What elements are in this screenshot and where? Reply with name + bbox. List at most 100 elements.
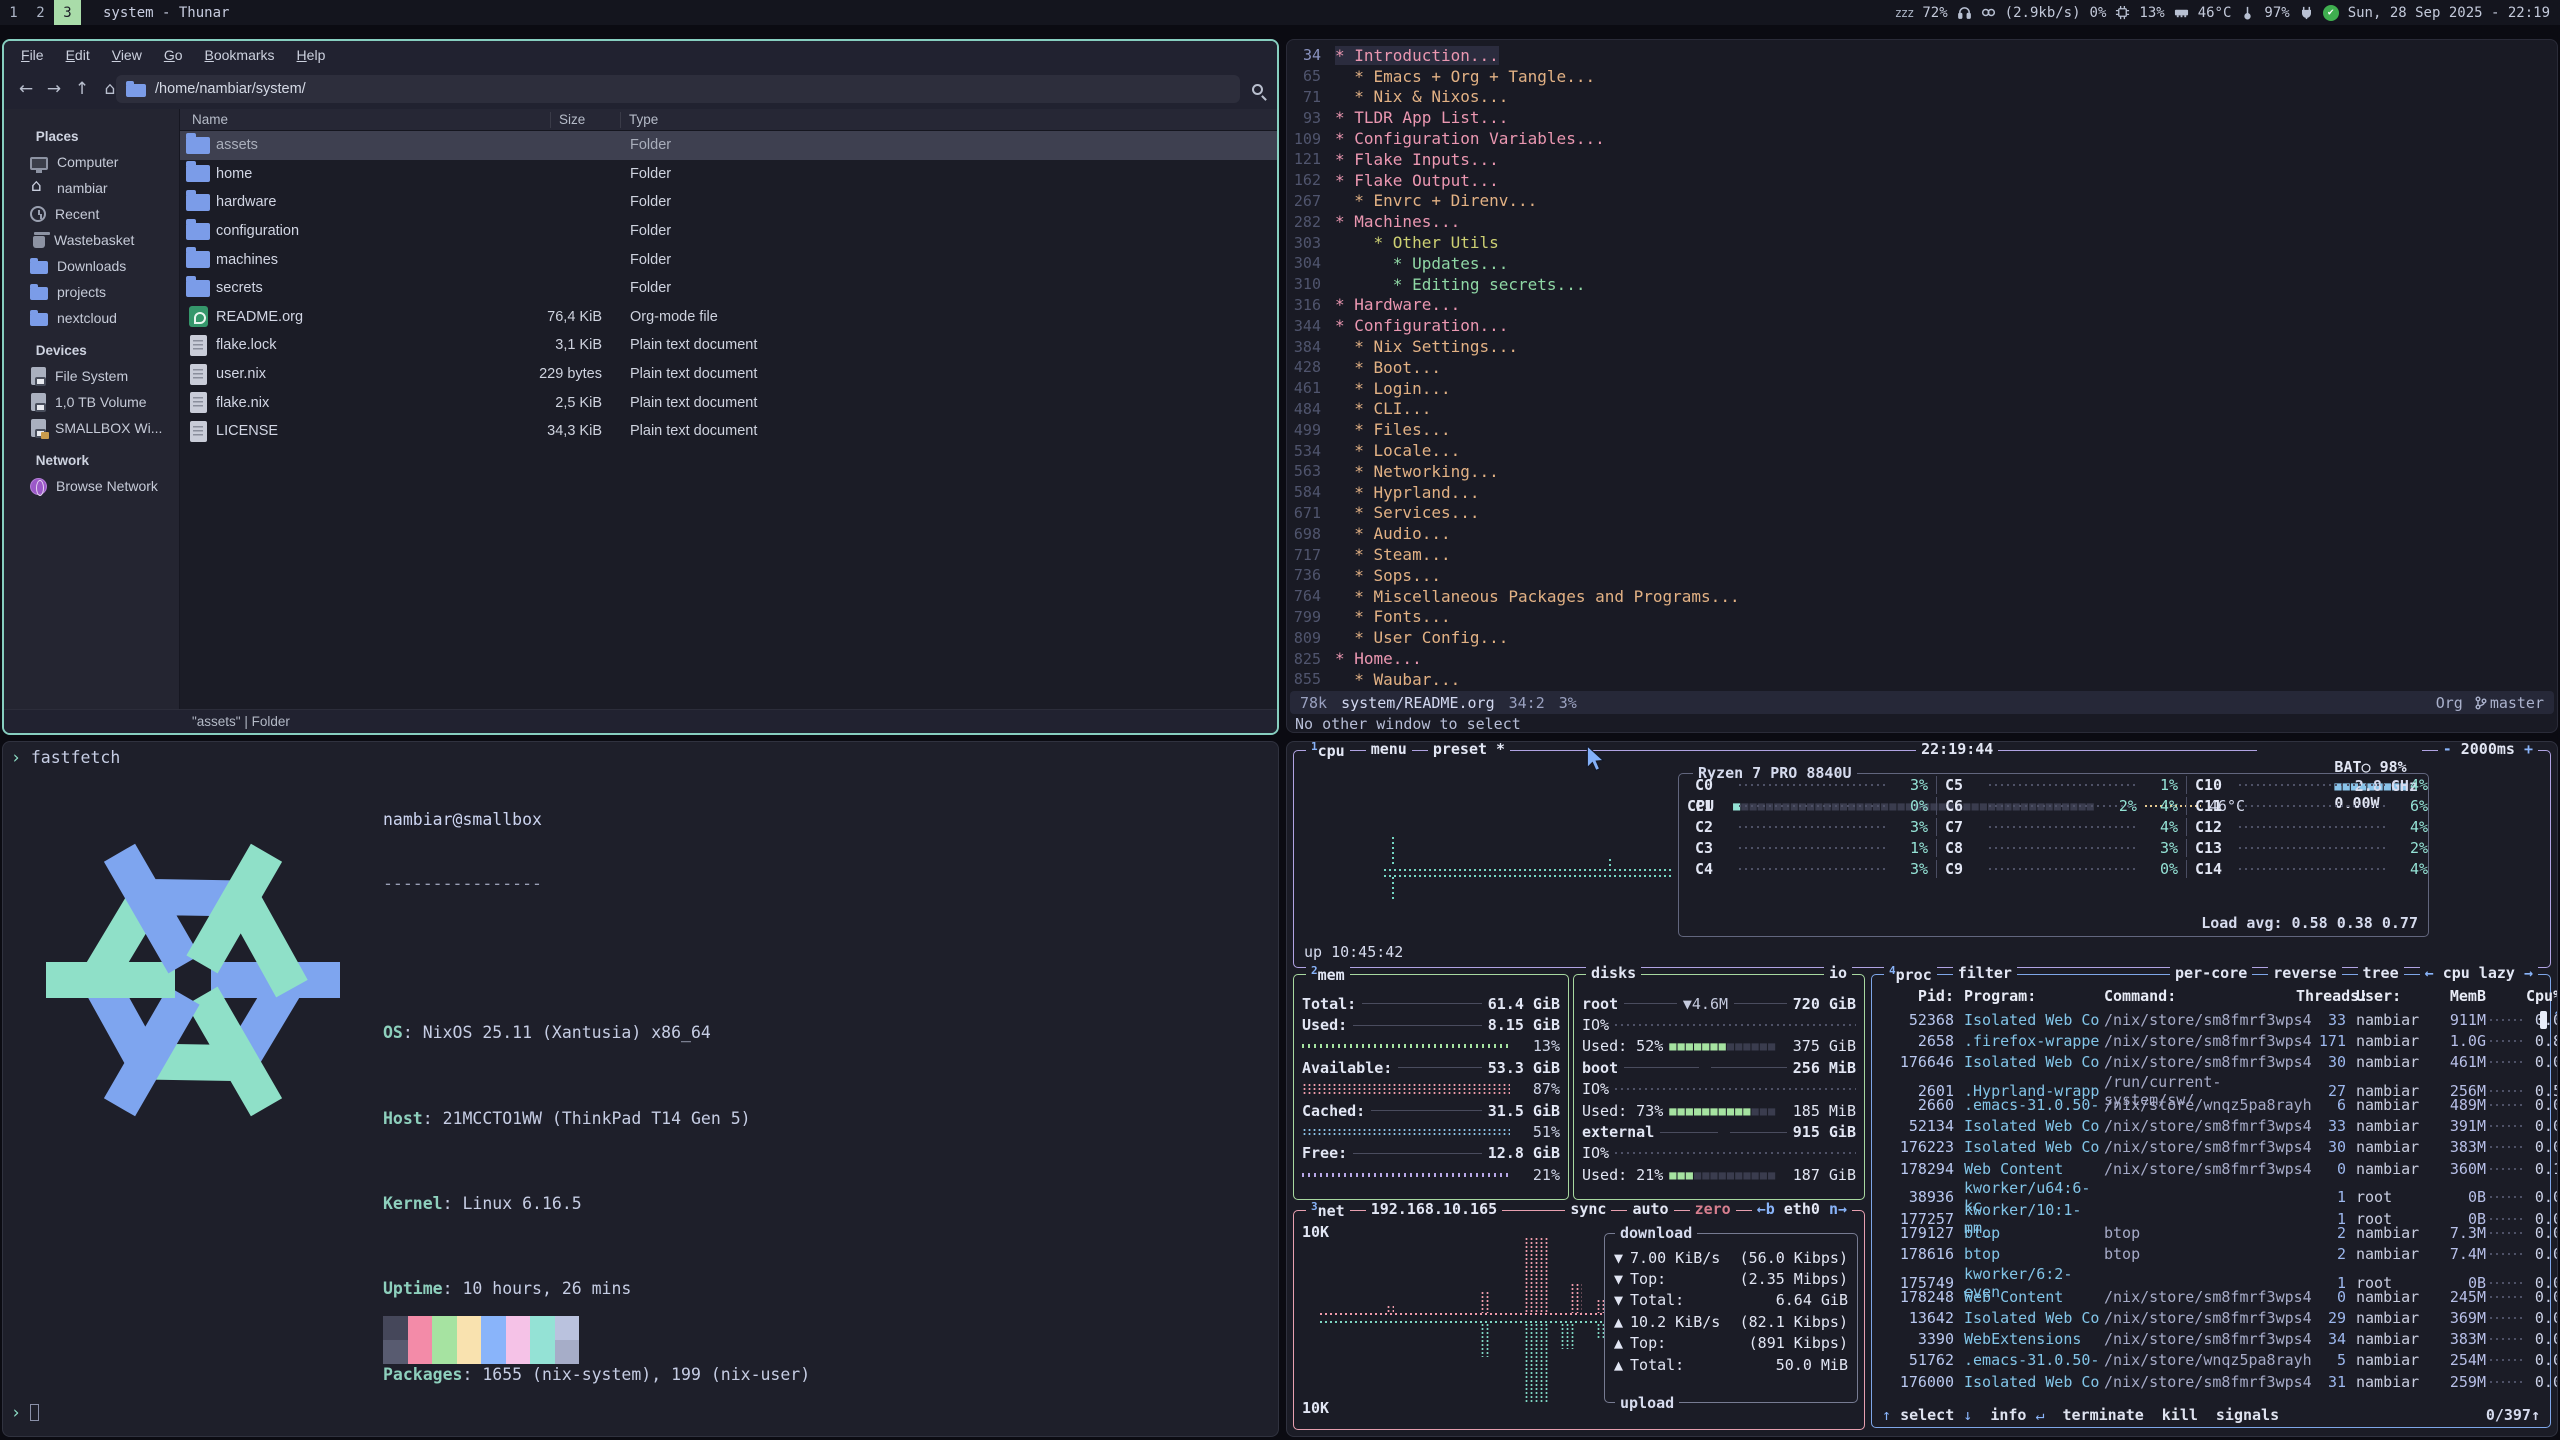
- power-plug-icon: [2299, 5, 2314, 20]
- proc-footer-action[interactable]: info ↵: [1990, 1406, 2044, 1424]
- process-row[interactable]: 2601 .Hyprland-wrapp /run/current-system…: [1880, 1073, 2542, 1094]
- process-row[interactable]: 178248 Web Content /nix/store/sm8fmrf3wp…: [1880, 1286, 2542, 1307]
- file-row[interactable]: assets Folder: [180, 131, 1277, 160]
- process-row[interactable]: 178616 btop btop 2 nambiar 7.4M 0.0: [1880, 1243, 2542, 1264]
- org-heading: * Fonts...: [1335, 607, 1451, 626]
- workspace-button[interactable]: 1: [0, 0, 27, 25]
- org-heading: * CLI...: [1335, 399, 1431, 418]
- file-list-header: Name Size Type: [180, 109, 1277, 131]
- proc-footer-action[interactable]: signals: [2216, 1406, 2279, 1424]
- sidebar-item[interactable]: Downloads: [4, 253, 179, 279]
- file-row[interactable]: flake.nix 2,5 KiB Plain text document: [180, 388, 1277, 417]
- sidebar-item[interactable]: Devices: [4, 331, 179, 363]
- sidebar-item[interactable]: Places: [4, 117, 179, 149]
- proc-scrollbar[interactable]: [2540, 1011, 2547, 1029]
- per-core-toggle[interactable]: per-core: [2170, 964, 2252, 982]
- file-row[interactable]: user.nix 229 bytes Plain text document: [180, 360, 1277, 389]
- net-interface-switcher[interactable]: ←b eth0 n→: [1752, 1200, 1852, 1218]
- systemd-ok-icon: ✔: [2323, 5, 2339, 21]
- proc-footer-action[interactable]: ↑ select ↓: [1882, 1406, 1972, 1424]
- proc-footer-action[interactable]: terminate: [2063, 1406, 2144, 1424]
- up-button[interactable]: ↑: [68, 75, 96, 103]
- column-header-type[interactable]: Type: [620, 112, 658, 128]
- workspace-button[interactable]: 3: [54, 0, 81, 25]
- workspace-switcher[interactable]: 123: [0, 0, 81, 25]
- file-row[interactable]: home Folder: [180, 160, 1277, 189]
- process-row[interactable]: 175749 kworker/6:2-even 1 root 0B 0.0: [1880, 1265, 2542, 1286]
- net-zero-button[interactable]: zero: [1690, 1200, 1736, 1218]
- sidebar-item[interactable]: 1,0 TB Volume: [4, 389, 179, 415]
- sidebar-item-icon: [30, 287, 48, 300]
- file-name: home: [216, 166, 422, 182]
- sidebar-item-icon: [31, 393, 46, 411]
- org-buffer[interactable]: 34* Introduction... 65 * Emacs + Org + T…: [1287, 45, 2557, 690]
- process-row[interactable]: 2658 .firefox-wrappe /nix/store/sm8fmrf3…: [1880, 1030, 2542, 1051]
- process-row[interactable]: 51762 .emacs-31.0.50- /nix/store/wnqz5pa…: [1880, 1350, 2542, 1371]
- sidebar-item[interactable]: nambiar: [4, 175, 179, 201]
- file-row[interactable]: README.org 76,4 KiB Org-mode file: [180, 303, 1277, 332]
- sidebar-item[interactable]: Browse Network: [4, 473, 179, 499]
- search-button[interactable]: [1245, 77, 1269, 101]
- file-row[interactable]: LICENSE 34,3 KiB Plain text document: [180, 417, 1277, 446]
- net-auto-button[interactable]: auto: [1627, 1200, 1673, 1218]
- sidebar-item[interactable]: Recent: [4, 201, 179, 227]
- sidebar-item[interactable]: SMALLBOX Wi...: [4, 415, 179, 441]
- file-name: assets: [216, 137, 422, 153]
- sort-mode-switcher[interactable]: ← cpu lazy →: [2420, 964, 2538, 982]
- process-row[interactable]: 3390 WebExtensions /nix/store/sm8fmrf3wp…: [1880, 1328, 2542, 1349]
- menu-item[interactable]: Help: [288, 44, 335, 66]
- process-row[interactable]: 176646 Isolated Web Co /nix/store/sm8fmr…: [1880, 1052, 2542, 1073]
- path-bar[interactable]: /home/nambiar/system/: [116, 75, 1240, 103]
- btop-disks-box: disks io root▼4.6M720 GiB IO% IO% Us: [1573, 974, 1865, 1200]
- sidebar-item[interactable]: projects: [4, 279, 179, 305]
- btop-proc-box: 4proc filter per-core reverse tree ← cpu…: [1871, 974, 2551, 1428]
- file-row[interactable]: secrets Folder: [180, 274, 1277, 303]
- menu-item[interactable]: Go: [155, 44, 192, 66]
- volume-value: 72%: [1922, 5, 1947, 21]
- back-button[interactable]: ←: [12, 75, 40, 103]
- io-toggle[interactable]: io: [1824, 964, 1852, 982]
- file-row[interactable]: configuration Folder: [180, 217, 1277, 246]
- process-row[interactable]: 176000 Isolated Web Co /nix/store/sm8fmr…: [1880, 1371, 2542, 1392]
- sidebar-item[interactable]: Wastebasket: [4, 227, 179, 253]
- palette-swatch: [383, 1340, 408, 1364]
- proc-footer-action[interactable]: kill: [2162, 1406, 2198, 1424]
- menu-button[interactable]: menu: [1366, 741, 1412, 760]
- menu-item[interactable]: View: [103, 44, 151, 66]
- column-header-size[interactable]: Size: [550, 112, 585, 128]
- sidebar-item-icon: [30, 179, 48, 197]
- preset-button[interactable]: preset *: [1428, 741, 1510, 760]
- process-row[interactable]: 52368 Isolated Web Co /nix/store/sm8fmrf…: [1880, 1009, 2542, 1030]
- tree-toggle[interactable]: tree: [2358, 964, 2404, 982]
- workspace-button[interactable]: 2: [27, 0, 54, 25]
- shell-prompt-bottom[interactable]: ›: [11, 1403, 39, 1422]
- proc-filter-button[interactable]: filter: [1953, 964, 2017, 984]
- sidebar-item[interactable]: Computer: [4, 149, 179, 175]
- process-row[interactable]: 178294 Web Content /nix/store/sm8fmrf3wp…: [1880, 1158, 2542, 1179]
- terminal-window[interactable]: › fastfetch nambiar@smallbox -----------…: [2, 741, 1279, 1437]
- column-header-name[interactable]: Name: [192, 112, 228, 127]
- net-sync-button[interactable]: sync: [1565, 1200, 1611, 1218]
- process-row[interactable]: 52134 Isolated Web Co /nix/store/sm8fmrf…: [1880, 1115, 2542, 1136]
- process-row[interactable]: 38936 kworker/u64:6-kc 1 root 0B 0.0: [1880, 1179, 2542, 1200]
- file-row[interactable]: flake.lock 3,1 KiB Plain text document: [180, 331, 1277, 360]
- process-row[interactable]: 13642 Isolated Web Co /nix/store/sm8fmrf…: [1880, 1307, 2542, 1328]
- process-row[interactable]: 2660 .emacs-31.0.50- /nix/store/wnqz5pa8…: [1880, 1094, 2542, 1115]
- tab-mem[interactable]: 2mem: [1306, 964, 1350, 984]
- sidebar-item[interactable]: nextcloud: [4, 305, 179, 331]
- tab-proc[interactable]: 4proc: [1884, 964, 1937, 984]
- sidebar-item[interactable]: File System: [4, 363, 179, 389]
- interval-down-button[interactable]: - 2000ms +: [2438, 741, 2538, 830]
- process-row[interactable]: 176223 Isolated Web Co /nix/store/sm8fmr…: [1880, 1137, 2542, 1158]
- tab-cpu[interactable]: 1cpu: [1306, 741, 1350, 760]
- menu-item[interactable]: Edit: [57, 44, 99, 66]
- file-row[interactable]: hardware Folder: [180, 188, 1277, 217]
- forward-button[interactable]: →: [40, 75, 68, 103]
- file-row[interactable]: machines Folder: [180, 245, 1277, 274]
- process-row[interactable]: 179127 btop btop 2 nambiar 7.3M 0.0: [1880, 1222, 2542, 1243]
- menu-item[interactable]: File: [12, 44, 53, 66]
- menu-item[interactable]: Bookmarks: [196, 44, 284, 66]
- tab-net[interactable]: 3net: [1306, 1200, 1350, 1220]
- reverse-toggle[interactable]: reverse: [2268, 964, 2341, 982]
- sidebar-item[interactable]: Network: [4, 441, 179, 473]
